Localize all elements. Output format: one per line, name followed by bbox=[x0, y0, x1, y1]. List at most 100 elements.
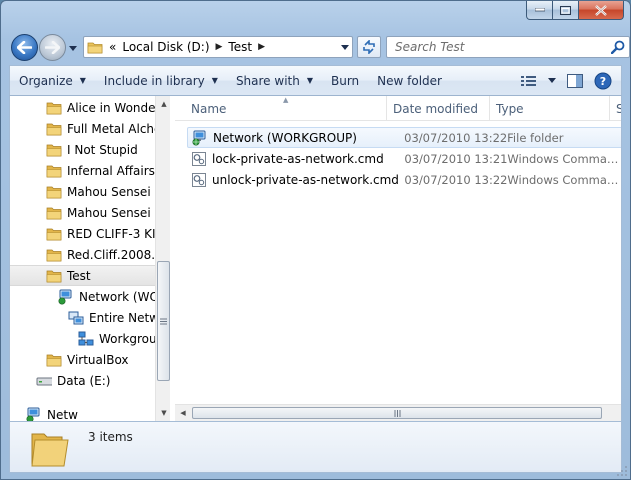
svg-text:?: ? bbox=[600, 75, 606, 88]
folder-icon bbox=[46, 184, 62, 200]
scroll-left-arrow-icon[interactable]: ◀ bbox=[175, 405, 191, 421]
file-date: 03/07/2010 13:21 bbox=[404, 151, 508, 166]
file-date: 03/07/2010 13:22 bbox=[404, 130, 508, 145]
details-view-icon bbox=[521, 75, 536, 86]
file-type: Windows Comma… bbox=[507, 151, 619, 166]
nav-tree-item[interactable]: Mahou Sensei N bbox=[10, 181, 170, 202]
preview-pane-icon bbox=[567, 73, 583, 88]
crumb-arrow-icon[interactable]: ▶ bbox=[255, 42, 268, 52]
nav-tree-item[interactable]: Infernal Affairs bbox=[10, 160, 170, 181]
address-dropdown-button[interactable] bbox=[336, 37, 352, 57]
chevron-down-icon bbox=[548, 78, 556, 83]
nav-tree-item[interactable]: Entire Netwo bbox=[10, 307, 170, 328]
minimize-button[interactable] bbox=[526, 1, 553, 20]
include-in-library-menu[interactable]: Include in library ▼ bbox=[95, 69, 227, 93]
entire-network-icon bbox=[68, 310, 84, 326]
column-name[interactable]: Name ▲ bbox=[175, 96, 387, 121]
burn-button[interactable]: Burn bbox=[322, 69, 368, 93]
search-input[interactable] bbox=[387, 40, 607, 54]
file-type: File folder bbox=[507, 130, 564, 145]
folder-icon bbox=[46, 352, 62, 368]
item-count: 3 items bbox=[88, 430, 133, 444]
crumb-arrow-icon[interactable]: ▶ bbox=[213, 42, 226, 52]
crumb-local-disk[interactable]: Local Disk (D:) bbox=[119, 40, 212, 54]
column-type[interactable]: Type bbox=[490, 96, 610, 121]
nav-tree-item[interactable]: Netw bbox=[10, 404, 170, 421]
workgroup-icon bbox=[78, 331, 94, 347]
back-button[interactable] bbox=[11, 34, 38, 61]
file-row[interactable]: unlock-private-as-network.cmd 03/07/2010… bbox=[187, 169, 621, 190]
address-overflow-button[interactable]: « bbox=[106, 40, 119, 54]
recent-pages-button[interactable] bbox=[67, 41, 79, 55]
folder-icon bbox=[84, 37, 106, 57]
file-name: lock-private-as-network.cmd bbox=[212, 151, 384, 166]
navigation-pane-scrollbar[interactable]: ▲ ▼ bbox=[155, 96, 170, 421]
command-bar: Organize ▼ Include in library ▼ Share wi… bbox=[9, 65, 622, 96]
nav-tree-label: Netw bbox=[47, 407, 78, 422]
column-size[interactable]: Si bbox=[610, 96, 621, 121]
nav-tree-item[interactable]: Full Metal Alche bbox=[10, 118, 170, 139]
cmd-file-icon bbox=[191, 172, 207, 188]
grip-icon bbox=[160, 318, 167, 324]
organize-label: Organize bbox=[19, 73, 73, 88]
network-folder-icon bbox=[192, 130, 208, 146]
nav-tree-label: Network (WO bbox=[79, 289, 159, 304]
scroll-up-arrow-icon[interactable]: ▲ bbox=[156, 96, 170, 112]
nav-tree-item[interactable]: Network (WO bbox=[10, 286, 170, 307]
nav-tree-item[interactable]: Data (E:) bbox=[10, 370, 170, 391]
nav-tree-item[interactable]: I Not Stupid bbox=[10, 139, 170, 160]
refresh-button[interactable] bbox=[357, 36, 381, 58]
folder-icon bbox=[46, 100, 62, 116]
content-area: Netw Data (E:) VirtualBox Workgrou Entire Ne… bbox=[9, 96, 622, 421]
forward-button[interactable] bbox=[39, 34, 66, 61]
navigation-pane: Netw Data (E:) VirtualBox Workgrou Entire Ne… bbox=[10, 96, 170, 421]
file-row[interactable]: lock-private-as-network.cmd 03/07/2010 1… bbox=[187, 148, 621, 169]
change-view-button[interactable] bbox=[517, 70, 541, 92]
nav-tree-item[interactable]: Test bbox=[10, 265, 170, 286]
new-folder-button[interactable]: New folder bbox=[368, 69, 451, 93]
scroll-down-arrow-icon[interactable]: ▼ bbox=[156, 405, 170, 421]
chevron-down-icon bbox=[340, 44, 349, 50]
nav-tree-item[interactable]: Workgrou bbox=[10, 328, 170, 349]
maximize-button[interactable] bbox=[553, 1, 579, 20]
address-bar[interactable]: « Local Disk (D:) ▶ Test ▶ bbox=[83, 36, 353, 58]
search-box[interactable] bbox=[386, 36, 630, 58]
scrollbar-thumb[interactable] bbox=[157, 261, 170, 381]
nav-tree-label: Alice in Wonder bbox=[67, 100, 161, 115]
folder-icon bbox=[46, 142, 62, 158]
file-list: Name ▲ Date modified Type Si Network (WO… bbox=[175, 96, 621, 421]
horizontal-scrollbar[interactable]: ◀ ▶ bbox=[175, 404, 621, 421]
column-date-modified[interactable]: Date modified bbox=[387, 96, 490, 121]
folder-icon bbox=[46, 205, 62, 221]
file-name: unlock-private-as-network.cmd bbox=[212, 172, 399, 187]
scroll-right-arrow-icon[interactable]: ▶ bbox=[617, 405, 621, 421]
nav-tree-label: VirtualBox bbox=[67, 352, 129, 367]
nav-tree-item[interactable]: Alice in Wonder bbox=[10, 97, 170, 118]
folder-icon bbox=[46, 247, 62, 263]
nav-tree-item[interactable]: VirtualBox bbox=[10, 349, 170, 370]
details-pane: 3 items bbox=[9, 421, 622, 473]
help-button[interactable]: ? bbox=[591, 70, 615, 92]
resize-grip-icon[interactable] bbox=[616, 465, 628, 477]
chevron-down-icon: ▼ bbox=[211, 76, 218, 85]
crumb-test[interactable]: Test bbox=[225, 40, 255, 54]
nav-tree-label: RED CLIFF-3 KIN bbox=[67, 226, 165, 241]
search-icon[interactable] bbox=[607, 40, 629, 54]
nav-tree-item[interactable]: Mahou Sensei N bbox=[10, 202, 170, 223]
organize-menu[interactable]: Organize ▼ bbox=[10, 69, 95, 93]
refresh-icon bbox=[363, 40, 375, 54]
scrollbar-thumb[interactable] bbox=[192, 407, 602, 419]
nav-tree-item[interactable]: RED CLIFF-3 KIN bbox=[10, 223, 170, 244]
nav-tree-label: Test bbox=[67, 268, 91, 283]
column-type-label: Type bbox=[496, 101, 524, 116]
preview-pane-button[interactable] bbox=[563, 70, 587, 92]
nav-tree-item[interactable]: Red.Cliff.2008.C bbox=[10, 244, 170, 265]
column-header: Name ▲ Date modified Type Si bbox=[175, 96, 621, 121]
nav-tree-label: Mahou Sensei N bbox=[67, 205, 164, 220]
maximize-icon bbox=[560, 5, 571, 15]
share-with-menu[interactable]: Share with ▼ bbox=[227, 69, 322, 93]
minimize-icon bbox=[534, 8, 545, 12]
view-options-button[interactable] bbox=[545, 70, 559, 92]
close-button[interactable] bbox=[579, 1, 624, 20]
file-row[interactable]: Network (WORKGROUP) 03/07/2010 13:22 Fil… bbox=[187, 127, 621, 148]
